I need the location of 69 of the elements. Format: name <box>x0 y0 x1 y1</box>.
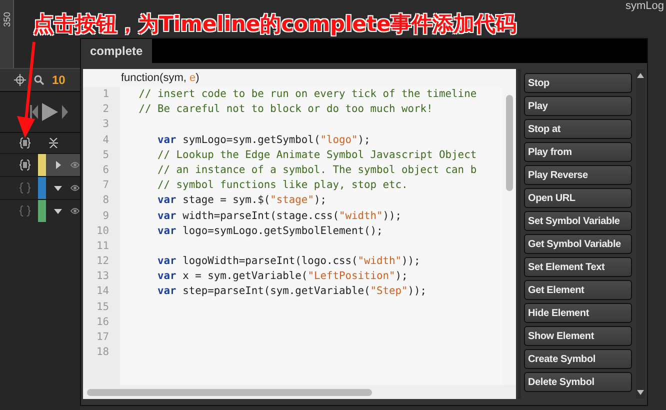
line-number: 14 <box>95 284 109 300</box>
crosshair-icon[interactable] <box>14 74 26 86</box>
eye-icon[interactable] <box>70 184 80 192</box>
line-number: 16 <box>95 314 109 330</box>
action-button[interactable]: Set Element Text <box>524 257 632 277</box>
expand-triangle-icon[interactable] <box>54 184 62 192</box>
search-icon[interactable] <box>34 75 44 85</box>
code-line: var width=parseInt(stage.css("width")); <box>156 208 402 224</box>
code-line: var x = sym.getVariable("LeftPosition"); <box>156 269 408 284</box>
collapse-all-icon[interactable] <box>49 138 58 148</box>
line-number: 2 <box>102 102 109 118</box>
line-number: 12 <box>95 254 109 270</box>
collapse-triangle-icon[interactable] <box>54 161 62 169</box>
line-number: 11 <box>95 238 109 254</box>
line-number: 17 <box>95 330 109 345</box>
line-number: 9 <box>102 208 109 224</box>
line-number: 4 <box>102 132 109 148</box>
code-line: // Lookup the Edge Animate Symbol Javascript Object <box>156 148 477 163</box>
scroll-down-icon[interactable] <box>637 390 644 395</box>
previous-icon[interactable] <box>30 105 38 119</box>
function-signature: function(sym, e) <box>120 71 200 86</box>
code-editor[interactable] <box>83 69 516 399</box>
code-line: var logo=symLogo.getSymbolElement(); <box>156 224 383 239</box>
layer-name: symLog <box>625 0 664 12</box>
eye-icon[interactable] <box>70 161 80 169</box>
action-button[interactable]: Create Symbol <box>524 349 632 369</box>
action-button[interactable]: Show Element <box>524 326 632 346</box>
line-number: 1 <box>102 87 109 102</box>
line-number: 7 <box>102 178 109 194</box>
code-line: // symbol functions like play, stop etc. <box>156 178 408 194</box>
action-button[interactable]: Hide Element <box>524 303 632 323</box>
code-line: var symLogo=sym.getSymbol("logo"); <box>156 132 370 148</box>
action-button[interactable]: Get Symbol Variable <box>524 234 632 254</box>
action-button[interactable]: Stop <box>524 73 632 93</box>
scrollbar-thumb[interactable] <box>506 95 513 191</box>
line-number: 3 <box>102 117 109 132</box>
ruler-label: 350 <box>2 12 12 28</box>
event-tab[interactable]: complete <box>81 39 152 63</box>
action-button[interactable]: Play Reverse <box>524 165 632 185</box>
line-number: 18 <box>95 345 109 360</box>
line-number: 8 <box>102 193 109 208</box>
line-number: 6 <box>102 162 109 178</box>
braces-icon[interactable] <box>19 137 31 149</box>
action-button[interactable]: Delete Symbol <box>524 372 632 392</box>
code-line: // insert code to be run on every tick of the timeline <box>138 87 477 102</box>
next-icon[interactable] <box>62 105 70 119</box>
line-number: 5 <box>102 148 109 163</box>
braces-icon[interactable] <box>19 159 31 171</box>
line-number: 10 <box>95 224 109 239</box>
code-line: var logoWidth=parseInt(logo.css("width")); <box>156 254 420 270</box>
code-line: // an instance of a symbol. The symbol object can b <box>156 162 477 178</box>
line-number: 15 <box>95 300 109 315</box>
expand-triangle-icon[interactable] <box>54 207 62 215</box>
annotation-text: 点击按钮，为Timeline的complete事件添加代码 <box>33 11 517 38</box>
action-button[interactable]: Open URL <box>524 188 632 208</box>
scrollbar-thumb[interactable] <box>87 388 372 396</box>
zoom-level[interactable]: 10 <box>52 73 66 87</box>
action-button[interactable]: Play <box>524 96 632 116</box>
code-line: // Be careful not to block or do too much work! <box>138 102 433 118</box>
action-button[interactable]: Get Element <box>524 280 632 300</box>
action-button[interactable]: Play from <box>524 142 632 162</box>
code-line: var stage = sym.$("stage"); <box>156 193 326 208</box>
code-line: var step=parseInt(sym.getVariable("Step")); <box>156 284 427 300</box>
line-number: 13 <box>95 269 109 284</box>
scroll-up-icon[interactable] <box>637 73 644 78</box>
eye-icon[interactable] <box>70 207 80 215</box>
action-button[interactable]: Set Symbol Variable <box>524 211 632 231</box>
play-icon[interactable] <box>42 103 58 121</box>
action-button[interactable]: Stop at <box>524 119 632 139</box>
